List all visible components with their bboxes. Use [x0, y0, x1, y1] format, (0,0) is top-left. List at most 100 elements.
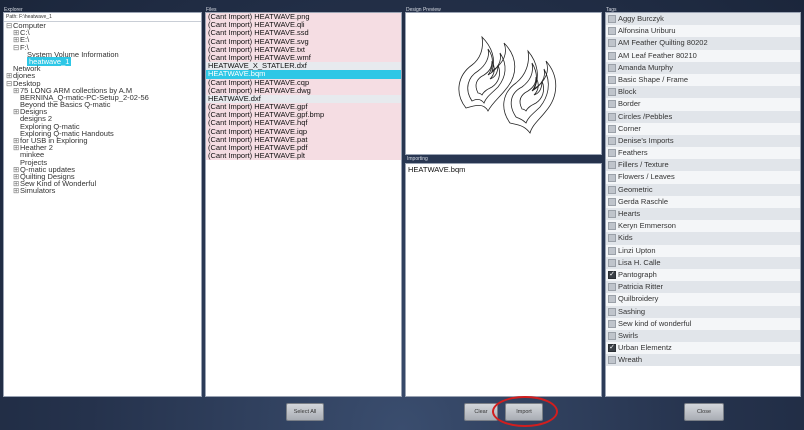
tag-label: Amanda Murphy [618, 62, 674, 72]
tag-row[interactable]: Fillers / Texture [606, 159, 800, 172]
tag-row[interactable]: Alfonsina Uriburu [606, 25, 800, 38]
checkbox-icon[interactable] [608, 88, 616, 97]
tag-label: Keryn Emmerson [618, 221, 676, 231]
tag-row[interactable]: Basic Shape / Frame [606, 73, 800, 87]
explorer-panel[interactable]: Path: F:\heatwave_1 ⊟Computer ⊞C:\ ⊞E:\ ⊟F:… [3, 12, 202, 397]
tree-item[interactable]: ⊞Simulators [4, 187, 201, 195]
tag-label: Geometric [618, 184, 653, 194]
tag-row[interactable]: Corner [606, 122, 800, 135]
import-highlight-ring [492, 396, 558, 427]
tag-row[interactable]: Wreath [606, 354, 800, 367]
tag-label: Urban Elementz [618, 343, 672, 353]
checkbox-icon[interactable] [608, 246, 616, 255]
expander-icon[interactable]: ⊟ [13, 43, 20, 51]
importing-panel: HEATWAVE.bqm [405, 163, 602, 397]
tag-row[interactable]: Amanda Murphy [606, 61, 800, 74]
checkbox-icon[interactable] [608, 307, 616, 316]
checkbox-icon[interactable] [608, 100, 616, 109]
checkbox-checked-icon[interactable]: ✓ [608, 271, 616, 280]
checkbox-icon[interactable] [608, 63, 616, 72]
checkbox-icon[interactable] [608, 112, 616, 121]
tag-label: Hearts [618, 209, 641, 218]
checkbox-icon[interactable] [608, 149, 616, 158]
checkbox-icon[interactable] [608, 173, 616, 182]
checkbox-icon[interactable] [608, 197, 616, 206]
tag-row[interactable]: Kids [606, 232, 800, 245]
checkbox-icon[interactable] [608, 15, 616, 24]
checkbox-icon[interactable] [608, 258, 616, 267]
tag-row[interactable]: Linzi Upton [606, 244, 800, 257]
checkbox-icon[interactable] [608, 319, 616, 328]
tag-row[interactable]: Circles /Pebbles [606, 110, 800, 123]
tree-item[interactable]: ⊞C:\ [4, 29, 201, 37]
file-list[interactable]: (Cant Import) HEATWAVE.png (Cant Import) … [206, 13, 401, 161]
tag-row[interactable]: Aggy Burczyk [606, 13, 800, 26]
tag-label: Corner [618, 123, 641, 133]
checkbox-icon[interactable] [608, 356, 616, 365]
checkbox-icon[interactable] [608, 331, 616, 340]
tag-label: Flowers / Leaves [618, 172, 675, 182]
importing-file: HEATWAVE.bqm [408, 165, 466, 174]
design-preview-panel [405, 12, 602, 155]
expander-icon[interactable]: ⊞ [13, 144, 20, 152]
expander-icon[interactable]: ⊟ [6, 22, 13, 30]
tag-row[interactable]: Sew kind of wonderful [606, 317, 800, 330]
checkbox-icon[interactable] [608, 210, 616, 219]
tag-label: Aggy Burczyk [618, 14, 664, 23]
close-button[interactable]: Close [684, 403, 724, 421]
checkbox-icon[interactable] [608, 124, 616, 133]
expander-icon[interactable]: ⊞ [13, 86, 20, 94]
tag-row[interactable]: Patricia Ritter [606, 281, 800, 294]
tag-label: Border [618, 99, 641, 109]
tag-row[interactable]: AM Feather Quilting 80202 [606, 37, 800, 50]
tag-row[interactable]: Keryn Emmerson [606, 220, 800, 233]
tag-label: Pantograph [618, 269, 657, 279]
file-row[interactable]: (Cant Import) HEATWAVE.plt [206, 151, 401, 161]
checkbox-icon[interactable] [608, 136, 616, 145]
folder-tree[interactable]: ⊟Computer ⊞C:\ ⊞E:\ ⊟F:\ System Volume Infor… [4, 22, 201, 195]
tag-row[interactable]: Quilbroidery [606, 293, 800, 306]
tree-item[interactable]: ⊟Computer [4, 22, 201, 30]
tag-row[interactable]: Block [606, 86, 800, 99]
checkbox-icon[interactable] [608, 51, 616, 60]
checkbox-icon[interactable] [608, 295, 616, 304]
tag-row[interactable]: Flowers / Leaves [606, 171, 800, 184]
tag-label: Lisa H. Calle [618, 257, 661, 267]
tag-row[interactable]: ✓ Pantograph [606, 268, 800, 282]
checkbox-icon[interactable] [608, 222, 616, 231]
tag-label: Swirls [618, 330, 638, 340]
expander-icon[interactable]: ⊞ [13, 187, 20, 195]
tag-row[interactable]: ✓ Urban Elementz [606, 342, 800, 355]
tag-label: Fillers / Texture [618, 160, 669, 170]
tag-row[interactable]: Denise's Imports [606, 134, 800, 148]
checkbox-icon[interactable] [608, 234, 616, 243]
tags-panel[interactable]: Aggy Burczyk Alfonsina Uriburu AM Feather … [605, 12, 801, 397]
checkbox-icon[interactable] [608, 283, 616, 292]
tag-label: AM Feather Quilting 80202 [618, 38, 708, 48]
checkbox-icon[interactable] [608, 76, 616, 85]
tag-label: Denise's Imports [618, 135, 674, 145]
tag-row[interactable]: Feathers [606, 147, 800, 160]
expander-icon[interactable]: ⊟ [6, 79, 13, 87]
checkbox-icon[interactable] [608, 185, 616, 194]
tag-row[interactable]: AM Leaf Feather 80210 [606, 49, 800, 62]
tag-label: Sew kind of wonderful [618, 318, 692, 328]
checkbox-icon[interactable] [608, 39, 616, 48]
checkbox-icon[interactable] [608, 161, 616, 170]
select-all-button[interactable]: Select All [286, 403, 324, 421]
expander-icon[interactable]: ⊞ [13, 108, 20, 116]
tag-row[interactable]: Hearts [606, 208, 800, 221]
tag-row[interactable]: Border [606, 98, 800, 111]
tag-row[interactable]: Sashing [606, 305, 800, 318]
tree-item[interactable]: ⊞E:\ [4, 36, 201, 44]
checkbox-icon[interactable] [608, 27, 616, 36]
tag-list[interactable]: Aggy Burczyk Alfonsina Uriburu AM Feather … [606, 13, 800, 367]
files-panel[interactable]: (Cant Import) HEATWAVE.png (Cant Import) … [205, 12, 402, 397]
tag-label: Sashing [618, 306, 646, 316]
tag-row[interactable]: Lisa H. Calle [606, 256, 800, 269]
tag-label: Circles /Pebbles [618, 111, 673, 121]
tag-row[interactable]: Swirls [606, 329, 800, 343]
tag-row[interactable]: Geometric [606, 183, 800, 196]
checkbox-checked-icon[interactable]: ✓ [608, 344, 616, 353]
tag-row[interactable]: Gerda Raschle [606, 195, 800, 208]
